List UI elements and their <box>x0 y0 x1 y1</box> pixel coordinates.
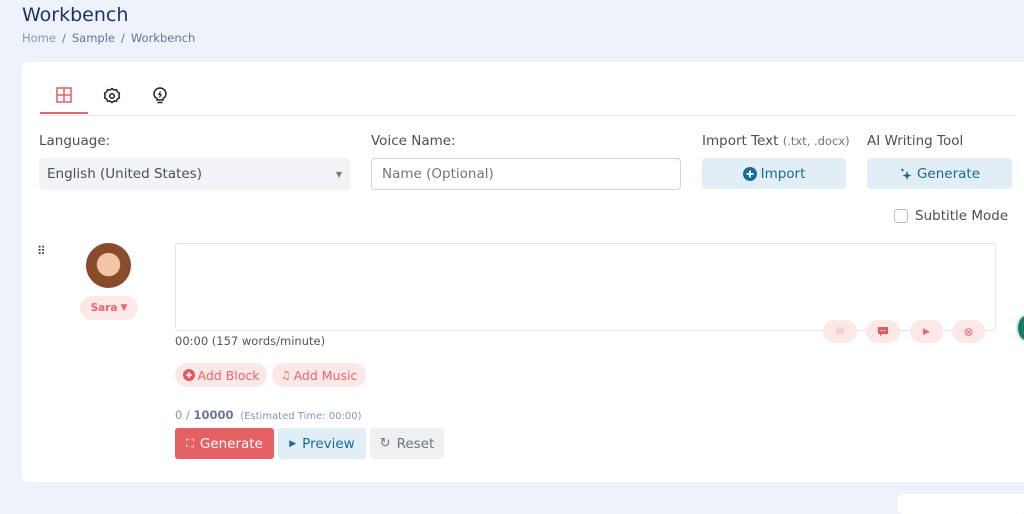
footer-panel <box>898 494 1024 514</box>
subtitle-mode-checkbox[interactable] <box>894 209 908 223</box>
tab-divider <box>39 115 1014 116</box>
caret-down-icon: ▼ <box>335 169 342 179</box>
import-button-label: Import <box>760 165 806 182</box>
plus-circle-icon <box>742 166 757 181</box>
generate-label: Generate <box>199 435 263 452</box>
breadcrumb-current: Workbench <box>130 31 196 45</box>
caret-down-icon: ▼ <box>120 303 128 313</box>
sparkles-icon <box>900 167 912 180</box>
voice-selector[interactable]: Sara ▼ <box>80 296 138 320</box>
ai-generate-button[interactable]: Generate <box>867 158 1012 189</box>
language-select[interactable]: English (United States) ▼ <box>39 158 350 190</box>
block-duration: 00:00 (157 words/minute) <box>175 334 326 348</box>
grid-icon <box>56 87 72 103</box>
block-text-input[interactable] <box>175 243 996 331</box>
voice-avatar[interactable] <box>86 243 131 288</box>
voice-name-label: Voice Name: <box>371 133 456 149</box>
language-value: English (United States) <box>47 166 202 182</box>
import-label-text: Import Text <box>702 133 779 149</box>
scan-icon: ⛶ <box>186 436 194 450</box>
voice-effect-button[interactable]: ılı <box>823 320 857 343</box>
page-title: Workbench <box>22 4 129 26</box>
breadcrumb-sample[interactable]: Sample <box>72 31 115 45</box>
play-icon: ▶ <box>289 438 297 449</box>
add-music-label: Add Music <box>293 367 358 383</box>
comment-icon <box>878 326 888 336</box>
reset-icon: ↻ <box>379 436 391 451</box>
close-circle-icon: ⊗ <box>963 324 974 339</box>
subtitle-mode-toggle[interactable]: Subtitle Mode <box>894 208 1008 224</box>
import-button[interactable]: Import <box>702 158 846 189</box>
drag-handle-icon[interactable]: ⠿ <box>37 245 46 257</box>
generate-button[interactable]: ⛶ Generate <box>175 428 274 459</box>
play-icon: ▶ <box>923 326 930 337</box>
ai-generate-label: Generate <box>916 165 981 182</box>
play-block-button[interactable]: ▶ <box>910 320 943 343</box>
add-music-button[interactable]: ♫ Add Music <box>272 363 366 387</box>
language-label: Language: <box>39 133 111 149</box>
comment-button[interactable] <box>866 320 900 343</box>
voice-name: Sara <box>90 302 118 314</box>
add-block-label: Add Block <box>197 367 260 383</box>
ai-writing-label: AI Writing Tool <box>867 133 964 149</box>
music-note-icon: ♫ <box>280 368 291 382</box>
estimated-time: (Estimated Time: 00:00) <box>240 411 362 422</box>
plus-circle-icon <box>182 369 195 381</box>
lightbulb-icon <box>153 87 167 104</box>
voice-name-input[interactable] <box>371 158 681 190</box>
preview-button[interactable]: ▶ Preview <box>278 428 366 459</box>
reset-label: Reset <box>396 435 435 452</box>
breadcrumb: Home / Sample / Workbench <box>22 31 196 45</box>
tab-ideas[interactable] <box>136 78 184 114</box>
delete-block-button[interactable]: ⊗ <box>952 320 985 343</box>
character-counter: 0 / 10000 (Estimated Time: 00:00) <box>175 408 362 422</box>
tab-grid[interactable] <box>40 78 88 114</box>
counter-separator: / <box>182 408 194 422</box>
import-hint: (.txt, .docx) <box>782 134 850 148</box>
character-max: 10000 <box>193 408 234 422</box>
gear-icon <box>103 87 121 104</box>
add-block-button[interactable]: Add Block <box>175 363 267 387</box>
waveform-icon: ılı <box>835 326 845 337</box>
breadcrumb-home[interactable]: Home <box>22 31 56 45</box>
import-label: Import Text (.txt, .docx) <box>702 133 850 149</box>
preview-label: Preview <box>302 435 355 452</box>
subtitle-mode-label: Subtitle Mode <box>915 208 1009 224</box>
reset-button[interactable]: ↻ Reset <box>370 428 444 459</box>
tab-settings[interactable] <box>88 78 136 114</box>
